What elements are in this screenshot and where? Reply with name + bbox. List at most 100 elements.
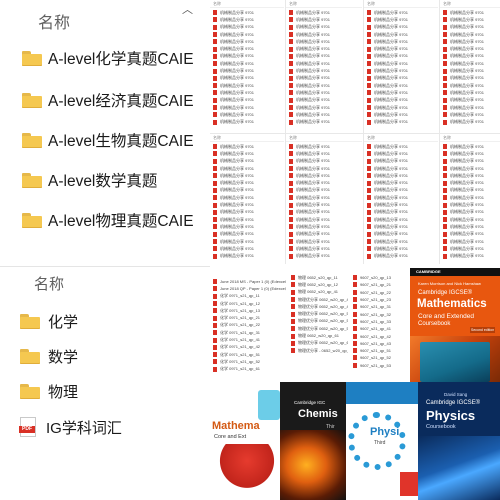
folder-alevel-economics[interactable]: A-level经济真题CAIE — [22, 88, 194, 112]
book-cover-physics-1[interactable]: Physi Third — [346, 382, 418, 500]
list-item[interactable]: 机械制品分享 9701 — [364, 111, 438, 118]
list-item[interactable]: 机械制品分享 9701 — [440, 97, 500, 104]
list-item[interactable]: 机械制品分享 9701 — [440, 238, 500, 245]
list-item[interactable]: 机械制品分享 9701 — [286, 172, 362, 179]
list-item[interactable]: 机械制品分享 9701 — [286, 231, 362, 238]
list-item[interactable]: 机械制品分享 9701 — [286, 45, 362, 52]
list-item[interactable]: 化学 0971_s21_qp_61 — [210, 366, 286, 373]
list-item[interactable]: 物理优分享 0652_w20_qp_51 — [288, 310, 348, 317]
list-item[interactable]: 机械制品分享 9701 — [210, 209, 284, 216]
list-item[interactable]: 机械制品分享 9701 — [286, 16, 362, 23]
list-item[interactable]: 机械制品分享 9701 — [210, 158, 284, 165]
list-item[interactable]: 机械制品分享 9701 — [364, 24, 438, 31]
list-item[interactable]: 机械制品分享 9701 — [364, 38, 438, 45]
list-item[interactable]: 机械制品分享 9701 — [210, 150, 284, 157]
list-item[interactable]: 机械制品分享 9701 — [286, 38, 362, 45]
list-item[interactable]: 机械制品分享 9701 — [286, 31, 362, 38]
list-item[interactable]: 机械制品分享 9701 — [440, 165, 500, 172]
folder-chemistry[interactable]: 化学 — [20, 309, 78, 333]
list-item[interactable]: 物理优分享 - 0652_w20_qp_63 — [288, 347, 348, 354]
list-item[interactable]: 化学 0971_s21_qp_11 — [210, 293, 286, 300]
list-item[interactable]: 机械制品分享 9701 — [364, 104, 438, 111]
list-item[interactable]: 9607_s21_qp_43 — [350, 340, 410, 347]
list-item[interactable]: 物理 0652_s20_qp_41 — [288, 289, 348, 296]
list-item[interactable]: 化学 0971_s21_qp_42 — [210, 344, 286, 351]
list-item[interactable]: 机械制品分享 9701 — [286, 150, 362, 157]
list-item[interactable]: 机械制品分享 9701 — [364, 252, 438, 259]
list-item[interactable]: 机械制品分享 9701 — [364, 158, 438, 165]
list-item[interactable]: 化学 0971_s21_qp_21 — [210, 314, 286, 321]
list-item[interactable]: June 2018 MS - Paper 1 (0) (Edexcel) — [210, 278, 286, 285]
list-item[interactable]: 机械制品分享 9701 — [286, 60, 362, 67]
list-item[interactable]: 物理优分享 0652_w20_qp_43 — [288, 303, 348, 310]
list-item[interactable]: 机械制品分享 9701 — [364, 165, 438, 172]
list-item[interactable]: 机械制品分享 9701 — [364, 245, 438, 252]
list-item[interactable]: June 2018 QP - Paper 1 (0) (Edexcel) — [210, 285, 286, 292]
list-item[interactable]: 机械制品分享 9701 — [286, 53, 362, 60]
name-column-header[interactable]: 名称 — [34, 273, 64, 294]
list-item[interactable]: 机械制品分享 9701 — [286, 216, 362, 223]
list-item[interactable]: 机械制品分享 9701 — [440, 194, 500, 201]
list-item[interactable]: 机械制品分享 9701 — [440, 31, 500, 38]
list-item[interactable]: 机械制品分享 9701 — [364, 179, 438, 186]
folder-alevel-physics[interactable]: A-level物理真题CAIE — [22, 208, 194, 232]
list-item[interactable]: 机械制品分享 9701 — [210, 238, 284, 245]
name-column-header[interactable]: 名称 — [38, 9, 70, 33]
list-item[interactable]: 机械制品分享 9701 — [364, 45, 438, 52]
list-item[interactable]: 机械制品分享 9701 — [210, 179, 284, 186]
list-item[interactable]: 机械制品分享 9701 — [286, 245, 362, 252]
list-item[interactable]: 机械制品分享 9701 — [440, 89, 500, 96]
list-item[interactable]: 机械制品分享 9701 — [210, 53, 284, 60]
list-item[interactable]: 机械制品分享 9701 — [440, 9, 500, 16]
list-item[interactable]: 9607_s21_qp_22 — [350, 289, 410, 296]
list-item[interactable]: 机械制品分享 9701 — [440, 82, 500, 89]
list-item[interactable]: 机械制品分享 9701 — [364, 82, 438, 89]
folder-alevel-chemistry[interactable]: A-level化学真题CAIE — [22, 46, 194, 70]
list-item[interactable]: 9607_s21_qp_21 — [350, 281, 410, 288]
list-item[interactable]: 机械制品分享 9701 — [286, 238, 362, 245]
list-item[interactable]: 机械制品分享 9701 — [440, 75, 500, 82]
list-item[interactable]: 9607_s21_qp_51 — [350, 347, 410, 354]
folder-maths[interactable]: 数学 — [20, 344, 78, 368]
list-item[interactable]: 物理优分享 0652_w20_qp_62 — [288, 340, 348, 347]
list-item[interactable]: 机械制品分享 9701 — [364, 31, 438, 38]
list-item[interactable]: 机械制品分享 9701 — [210, 16, 284, 23]
list-item[interactable]: 机械制品分享 9701 — [440, 201, 500, 208]
list-item[interactable]: 机械制品分享 9701 — [286, 223, 362, 230]
pdf-file-ig-vocab[interactable]: IG学科词汇 — [19, 415, 122, 439]
list-item[interactable]: 化学 0971_s21_qp_52 — [210, 358, 286, 365]
list-item[interactable]: 机械制品分享 9701 — [286, 118, 362, 125]
list-item[interactable]: 机械制品分享 9701 — [286, 97, 362, 104]
list-item[interactable]: 9607_s21_qp_23 — [350, 296, 410, 303]
list-item[interactable]: 机械制品分享 9701 — [440, 216, 500, 223]
list-item[interactable]: 机械制品分享 9701 — [440, 143, 500, 150]
list-item[interactable]: 9607_s21_qp_52 — [350, 354, 410, 361]
list-item[interactable]: 机械制品分享 9701 — [210, 67, 284, 74]
list-item[interactable]: 机械制品分享 9701 — [210, 172, 284, 179]
list-item[interactable]: 化学 0971_s21_qp_12 — [210, 300, 286, 307]
list-item[interactable]: 机械制品分享 9701 — [286, 165, 362, 172]
list-item[interactable]: 机械制品分享 9701 — [440, 67, 500, 74]
list-item[interactable]: 机械制品分享 9701 — [364, 150, 438, 157]
list-item[interactable]: 机械制品分享 9701 — [364, 118, 438, 125]
list-item[interactable]: 9607_s21_qp_33 — [350, 318, 410, 325]
list-item[interactable]: 机械制品分享 9701 — [364, 209, 438, 216]
list-item[interactable]: 机械制品分享 9701 — [440, 60, 500, 67]
list-item[interactable]: 机械制品分享 9701 — [364, 187, 438, 194]
list-item[interactable]: 化学 0971_s21_qp_51 — [210, 351, 286, 358]
list-item[interactable]: 机械制品分享 9701 — [286, 143, 362, 150]
list-item[interactable]: 化学 0971_s21_qp_22 — [210, 322, 286, 329]
list-item[interactable]: 机械制品分享 9701 — [210, 31, 284, 38]
list-item[interactable]: 机械制品分享 9701 — [440, 104, 500, 111]
list-item[interactable]: 化学 0971_s21_qp_41 — [210, 336, 286, 343]
list-item[interactable]: 机械制品分享 9701 — [364, 89, 438, 96]
list-item[interactable]: 物理 0652_s20_qp_11 — [288, 274, 348, 281]
list-item[interactable]: 机械制品分享 9701 — [440, 231, 500, 238]
list-item[interactable]: 机械制品分享 9701 — [440, 172, 500, 179]
list-item[interactable]: 9607_s21_qp_53 — [350, 362, 410, 369]
list-item[interactable]: 机械制品分享 9701 — [210, 75, 284, 82]
list-item[interactable]: 机械制品分享 9701 — [210, 201, 284, 208]
list-item[interactable]: 机械制品分享 9701 — [210, 38, 284, 45]
list-item[interactable]: 机械制品分享 9701 — [286, 24, 362, 31]
list-item[interactable]: 机械制品分享 9701 — [286, 82, 362, 89]
